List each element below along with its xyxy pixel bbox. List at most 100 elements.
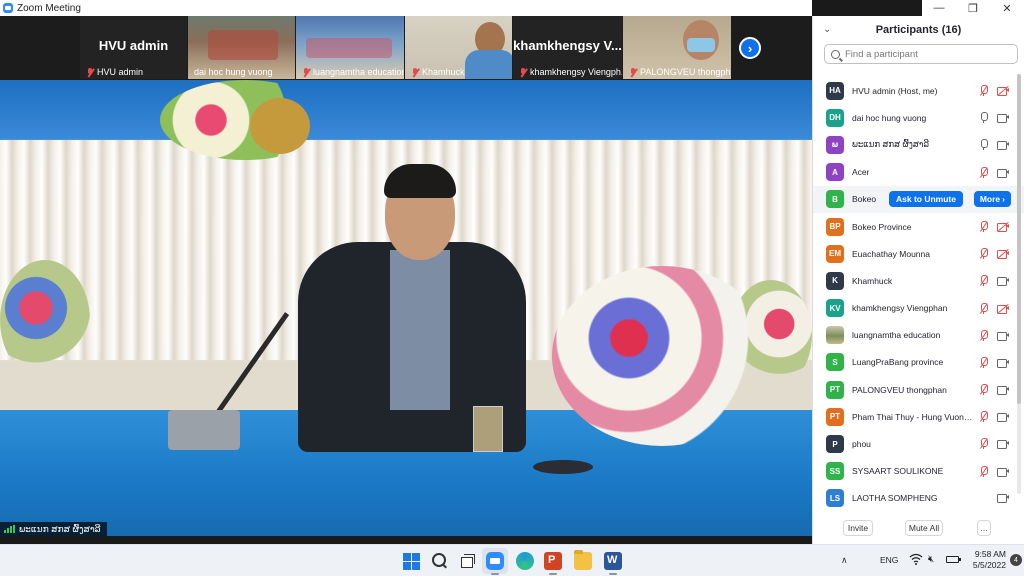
mic-icon[interactable] [979,112,988,124]
windows-start-icon[interactable] [402,552,420,570]
video-icon[interactable] [997,113,1009,124]
participant-status-icons [979,85,1009,97]
video-icon[interactable] [997,439,1009,450]
video-thumbnail[interactable]: khamkhengsy V... khamkhengsy Viengph... [513,16,622,79]
participant-name: Pham Thai Thuy - Hung Vuong U... [852,411,974,422]
participant-row[interactable]: HA HVU admin (Host, me) [813,77,1024,104]
audio-level-icon [4,525,15,533]
video-icon[interactable] [997,467,1009,477]
mic-muted-icon[interactable] [979,465,989,477]
video-thumbnail[interactable]: luangnamtha education [296,16,404,79]
task-view-icon[interactable] [458,552,476,570]
participant-name: PALONGVEU thongphan [852,384,947,395]
participant-name: phou [852,439,871,450]
video-icon[interactable] [997,358,1009,368]
powerpoint-icon[interactable] [544,552,562,570]
participant-row[interactable]: PT Pham Thai Thuy - Hung Vuong U... [813,403,1024,430]
video-content [208,30,278,60]
participant-row[interactable]: B Bokeo Ask to Unmute More › [813,185,1024,213]
participant-status-icons [979,493,1009,503]
video-thumbnail[interactable]: Khamhuck [405,16,512,79]
participant-row[interactable]: LS LAOTHA SOMPHENG [813,485,1024,512]
participant-row[interactable]: KV khamkhengsy Viengphan [813,295,1024,322]
participant-row[interactable]: SS SYSAART SOULIKONE [813,458,1024,485]
video-icon[interactable] [997,412,1009,423]
mic-muted-icon[interactable] [979,438,989,450]
thumbnail-name-tag: Khamhuck [411,67,465,77]
mic-muted-icon[interactable] [979,302,989,314]
participant-row[interactable]: ພ ພະແນກ ສກສ ຜົ້ງສາລີ [813,131,1024,158]
video-icon[interactable] [997,493,1009,503]
participant-row[interactable]: A Acer [813,159,1024,186]
ask-to-unmute-button[interactable]: Ask to Unmute [889,190,963,207]
video-content [533,460,593,474]
video-thumbnail[interactable]: PALONGVEU thongph... [623,16,731,79]
avatar: KV [826,299,844,318]
next-page-button[interactable]: › [739,37,761,59]
participant-row[interactable]: Pphou [813,430,1024,457]
battery-icon[interactable] [946,556,961,563]
mic-muted-icon[interactable] [979,220,989,232]
avatar: S [826,353,844,372]
video-thumbnail-strip: HVU admin HVU admin dai hoc hung vuong l… [0,16,812,80]
clock[interactable]: 9:58 AM 5/5/2022 [966,549,1006,571]
input-language[interactable]: ENG [880,555,898,565]
video-thumbnail[interactable]: dai hoc hung vuong [188,16,295,79]
chevron-up-icon[interactable]: ∧ [841,555,848,566]
participant-name: Khamhuck [852,275,893,286]
active-speaker-video[interactable]: ພະແນກ ສກສ ຜົ້ງສາລີ [0,80,812,536]
participant-status-icons [979,329,1009,341]
minimize-button[interactable]: — [922,0,956,16]
participant-row[interactable]: S LuangPraBang province [813,349,1024,376]
zoom-app-icon[interactable] [486,552,504,570]
mic-muted-icon[interactable] [979,248,989,260]
participant-row[interactable]: EM Euachathay Mounna [813,240,1024,267]
mic-muted-icon[interactable] [979,384,989,396]
video-off-icon[interactable] [997,303,1009,314]
mic-muted-icon[interactable] [979,356,989,368]
mic-muted-icon[interactable] [979,329,989,341]
video-content [0,260,90,380]
wifi-icon[interactable] [909,553,923,565]
participant-row[interactable]: DH dai hoc hung vuong [813,104,1024,131]
video-off-icon[interactable] [997,221,1009,232]
video-off-icon[interactable] [997,249,1009,260]
edge-browser-icon[interactable] [516,552,534,570]
video-icon[interactable] [997,385,1009,396]
file-explorer-icon[interactable] [574,550,592,570]
word-icon[interactable] [604,552,622,570]
video-off-icon[interactable] [997,85,1009,96]
scrollbar-thumb[interactable] [1017,74,1021,404]
participant-search-input[interactable] [845,48,1005,60]
participant-list-scrollbar[interactable] [1017,74,1021,494]
close-button[interactable]: ✕ [990,0,1024,16]
mute-all-button[interactable]: Mute All [905,520,943,536]
chevron-down-icon[interactable]: ⌄ [823,24,831,35]
participant-row[interactable]: luangnamtha education [813,322,1024,349]
participant-search[interactable] [824,44,1018,64]
more-button[interactable]: More › [973,190,1011,207]
participant-row[interactable]: K Khamhuck [813,267,1024,294]
volume-muted-icon[interactable]: 🔇︎ [928,554,934,565]
participant-status-icons [979,411,1009,423]
more-options-button[interactable]: ... [977,520,991,536]
participant-row[interactable]: PT PALONGVEU thongphan [813,376,1024,403]
mic-muted-icon[interactable] [979,411,989,423]
participant-status-icons [979,465,1009,477]
invite-button[interactable]: Invite [843,520,873,536]
video-icon[interactable] [997,168,1009,178]
mic-muted-icon[interactable] [979,166,989,178]
video-icon[interactable] [997,140,1009,151]
mic-muted-icon[interactable] [979,275,989,287]
mic-icon[interactable] [979,139,988,151]
avatar: ພ [826,135,844,154]
maximize-button[interactable]: ❐ [956,0,990,16]
notification-badge[interactable]: 4 [1010,554,1022,566]
video-icon[interactable] [997,276,1009,287]
thumbnail-name-tag: PALONGVEU thongph... [629,67,731,77]
video-thumbnail[interactable]: HVU admin HVU admin [80,16,187,79]
video-icon[interactable] [997,331,1009,341]
search-icon[interactable] [430,552,448,570]
mic-muted-icon[interactable] [979,85,989,97]
participant-row[interactable]: BP Bokeo Province [813,213,1024,240]
